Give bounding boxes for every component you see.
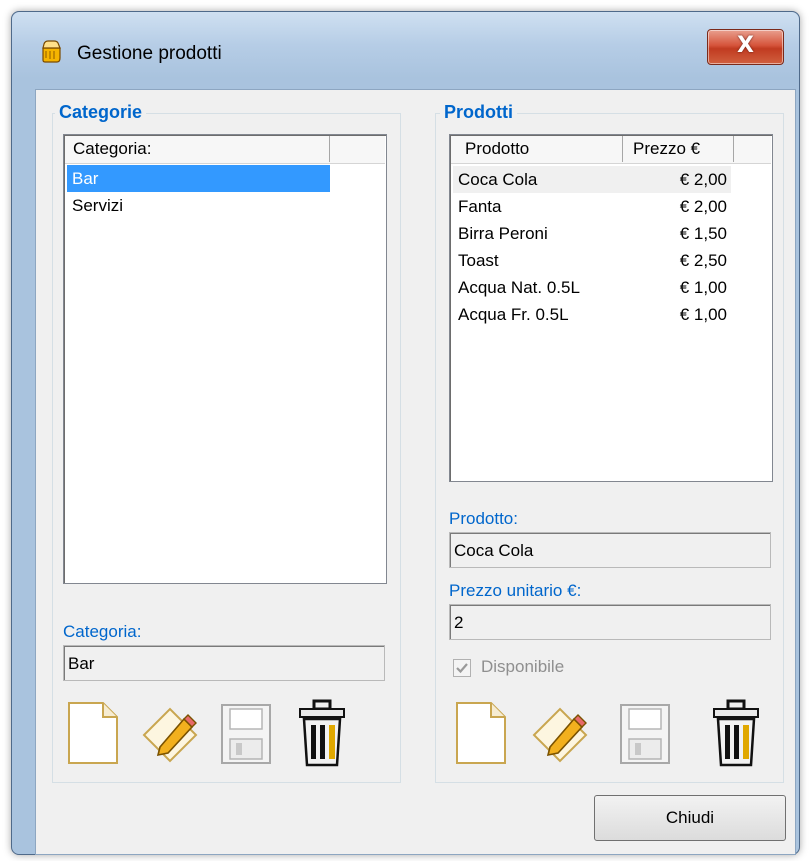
save-floppy-icon xyxy=(620,704,670,764)
edit-pencil-icon xyxy=(142,707,198,763)
unit-price-field-label: Prezzo unitario €: xyxy=(449,581,582,600)
delete-category-button[interactable] xyxy=(292,697,352,769)
list-item[interactable]: Servizi xyxy=(67,192,330,219)
close-dialog-button[interactable]: Chiudi xyxy=(594,795,786,841)
hand-icon xyxy=(42,40,61,63)
product-price-cell: € 2,00 xyxy=(679,197,727,216)
new-category-button[interactable] xyxy=(63,697,123,769)
new-document-icon xyxy=(68,702,118,764)
column-header-filler xyxy=(734,136,771,162)
table-row[interactable]: Toast € 2,50 xyxy=(453,247,731,274)
products-group-title: Prodotti xyxy=(440,102,517,123)
save-product-button[interactable] xyxy=(615,697,675,769)
edit-category-button[interactable] xyxy=(140,697,200,769)
table-row[interactable]: Fanta € 2,00 xyxy=(453,193,731,220)
product-name-cell: Coca Cola xyxy=(458,170,538,189)
checkmark-icon xyxy=(456,663,468,674)
save-category-button[interactable] xyxy=(216,697,276,769)
delete-product-button[interactable] xyxy=(706,697,766,769)
product-name-cell: Toast xyxy=(458,251,499,270)
unit-price-field[interactable]: 2 xyxy=(449,604,771,640)
window-title: Gestione prodotti xyxy=(77,43,222,64)
delete-trash-icon xyxy=(299,699,345,767)
edit-product-button[interactable] xyxy=(530,697,590,769)
available-checkbox-label: Disponibile xyxy=(481,657,565,676)
product-price-cell: € 2,50 xyxy=(679,251,727,270)
column-header-prezzo[interactable]: Prezzo € xyxy=(623,136,734,162)
list-item[interactable]: Bar xyxy=(67,165,330,192)
table-row[interactable]: Birra Peroni € 1,50 xyxy=(453,220,731,247)
save-floppy-icon xyxy=(221,704,271,764)
table-row[interactable]: Acqua Nat. 0.5L € 1,00 xyxy=(453,274,731,301)
column-header-categoria[interactable]: Categoria: xyxy=(65,136,330,162)
products-group: Prodotti Prodotto Prezzo € Coca Cola € 2… xyxy=(435,102,784,783)
product-price-cell: € 1,00 xyxy=(679,305,727,324)
close-dialog-button-label: Chiudi xyxy=(665,808,715,827)
delete-trash-icon xyxy=(713,699,759,767)
dialog-client-area: Categorie Categoria: Bar Servizi Categor… xyxy=(35,89,796,855)
column-header-prodotto[interactable]: Prodotto xyxy=(451,136,623,162)
category-field-label: Categoria: xyxy=(63,622,142,641)
category-name: Bar xyxy=(72,169,99,188)
categories-list[interactable]: Categoria: Bar Servizi xyxy=(63,134,387,584)
title-bar[interactable]: Gestione prodotti X xyxy=(12,12,799,78)
products-list-header: Prodotto Prezzo € xyxy=(451,136,771,164)
product-name-field[interactable]: Coca Cola xyxy=(449,532,771,568)
categories-list-header: Categoria: xyxy=(65,136,385,164)
product-name-cell: Acqua Nat. 0.5L xyxy=(458,278,580,297)
dialog-window: Gestione prodotti X Categorie Categoria:… xyxy=(11,11,800,855)
product-price-cell: € 2,00 xyxy=(679,170,727,189)
product-price-cell: € 1,00 xyxy=(679,278,727,297)
category-name-field[interactable]: Bar xyxy=(63,645,385,681)
new-product-button[interactable] xyxy=(451,697,511,769)
categories-group: Categorie Categoria: Bar Servizi Categor… xyxy=(52,102,401,783)
category-name: Servizi xyxy=(72,196,124,215)
new-document-icon xyxy=(456,702,506,764)
window-close-button[interactable]: X xyxy=(707,29,784,65)
edit-pencil-icon xyxy=(532,707,588,763)
categories-group-title: Categorie xyxy=(55,102,147,123)
product-name-cell: Acqua Fr. 0.5L xyxy=(458,305,569,324)
close-icon: X xyxy=(737,33,754,58)
table-row[interactable]: Acqua Fr. 0.5L € 1,00 xyxy=(453,301,731,328)
product-field-label: Prodotto: xyxy=(449,509,518,528)
product-name-cell: Fanta xyxy=(458,197,502,216)
table-row[interactable]: Coca Cola € 2,00 xyxy=(453,166,731,193)
available-checkbox[interactable] xyxy=(453,659,471,677)
column-header-filler xyxy=(330,136,385,162)
products-list[interactable]: Prodotto Prezzo € Coca Cola € 2,00 Fanta… xyxy=(449,134,773,482)
product-price-cell: € 1,50 xyxy=(679,224,727,243)
product-name-cell: Birra Peroni xyxy=(458,224,548,243)
